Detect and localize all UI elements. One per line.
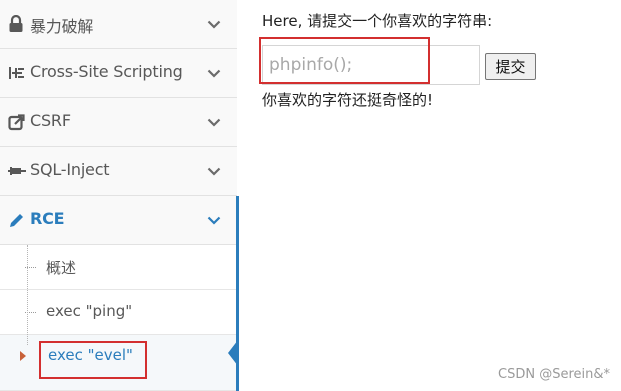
share-icon <box>8 113 26 131</box>
caret-right-icon <box>20 351 26 361</box>
sidebar: 暴力破解 Cross-Site Scripting CSRF SQL-Injec… <box>0 0 237 391</box>
submenu-item-overview[interactable]: 概述 <box>0 245 237 290</box>
chevron-down-icon <box>207 115 221 129</box>
sidebar-item-csrf[interactable]: CSRF <box>0 98 237 147</box>
prompt-text: Here, 请提交一个你喜欢的字符串: <box>262 12 493 30</box>
chevron-down-icon <box>207 213 221 227</box>
lock-icon <box>8 14 26 33</box>
sidebar-item-brute-force[interactable]: 暴力破解 <box>0 0 237 49</box>
pencil-icon <box>8 211 26 229</box>
sidebar-item-label: Cross-Site Scripting <box>30 62 183 81</box>
highlight-box-input <box>259 37 430 84</box>
active-pointer-arrow <box>228 340 238 366</box>
sidebar-item-label: SQL-Inject <box>30 160 110 179</box>
tree-line <box>27 245 28 345</box>
sidebar-item-sql-inject[interactable]: SQL-Inject <box>0 147 237 196</box>
sidebar-item-label: 暴力破解 <box>30 17 94 36</box>
sidebar-item-label: CSRF <box>30 111 71 130</box>
sidebar-item-rce[interactable]: RCE <box>0 196 237 245</box>
chevron-down-icon <box>207 164 221 178</box>
highlight-box-exec-evel <box>39 341 147 379</box>
result-message: 你喜欢的字符还挺奇怪的! <box>262 91 434 109</box>
watermark: CSDN @Serein&* <box>498 367 610 382</box>
submit-button[interactable]: 提交 <box>485 53 536 80</box>
sidebar-item-xss[interactable]: Cross-Site Scripting <box>0 49 237 98</box>
submenu-item-exec-ping[interactable]: exec "ping" <box>0 290 237 335</box>
sidebar-item-label: RCE <box>30 209 65 228</box>
chevron-down-icon <box>207 66 221 80</box>
chevron-down-icon <box>207 17 221 31</box>
submenu-item-label: 概述 <box>46 259 77 277</box>
syringe-icon <box>8 162 26 180</box>
submenu-item-label: exec "ping" <box>46 302 133 320</box>
xss-icon <box>8 64 26 82</box>
